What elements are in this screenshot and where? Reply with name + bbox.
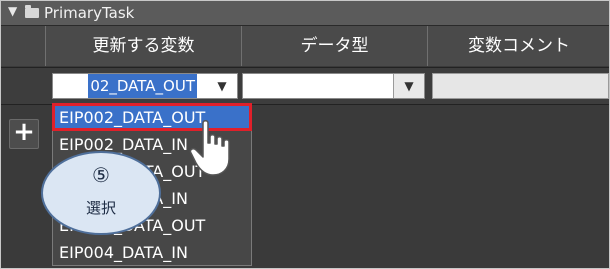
plus-icon: +: [13, 117, 35, 147]
update-variable-value[interactable]: 02_DATA_OUT: [88, 74, 197, 98]
hand-pointer-icon: [189, 120, 230, 176]
task-panel: ▼ PrimaryTask 更新する変数 データ型 変数コメント 02_DATA…: [0, 0, 610, 269]
step-number: ⑤: [92, 163, 110, 187]
data-type-dropdown-button[interactable]: ▼: [393, 74, 424, 98]
task-title-bar[interactable]: ▼ PrimaryTask: [1, 1, 609, 26]
task-title: PrimaryTask: [44, 4, 135, 22]
data-type-combobox[interactable]: ▼: [242, 73, 425, 99]
update-variable-dropdown-button[interactable]: ▼: [207, 74, 237, 98]
column-header-update-variable[interactable]: 更新する変数: [45, 26, 241, 66]
dropdown-item[interactable]: EIP004_DATA_IN: [53, 239, 251, 266]
triangle-down-icon: ▼: [217, 79, 227, 93]
column-header-variable-comment[interactable]: 変数コメント: [427, 26, 609, 66]
variable-comment-field[interactable]: [432, 73, 609, 99]
column-header-data-type[interactable]: データ型: [241, 26, 427, 66]
add-row-button[interactable]: +: [9, 119, 39, 149]
step-instruction: 選択: [85, 199, 116, 217]
folder-icon: [25, 5, 39, 18]
update-variable-combobox[interactable]: 02_DATA_OUT ▼: [52, 73, 238, 99]
row-header-gutter: [1, 26, 45, 66]
triangle-down-icon: ▼: [404, 79, 414, 93]
step-callout: ⑤ 選択: [41, 151, 161, 235]
collapse-triangle-icon[interactable]: ▼: [8, 4, 17, 18]
column-header-row: 更新する変数 データ型 変数コメント: [1, 26, 609, 66]
